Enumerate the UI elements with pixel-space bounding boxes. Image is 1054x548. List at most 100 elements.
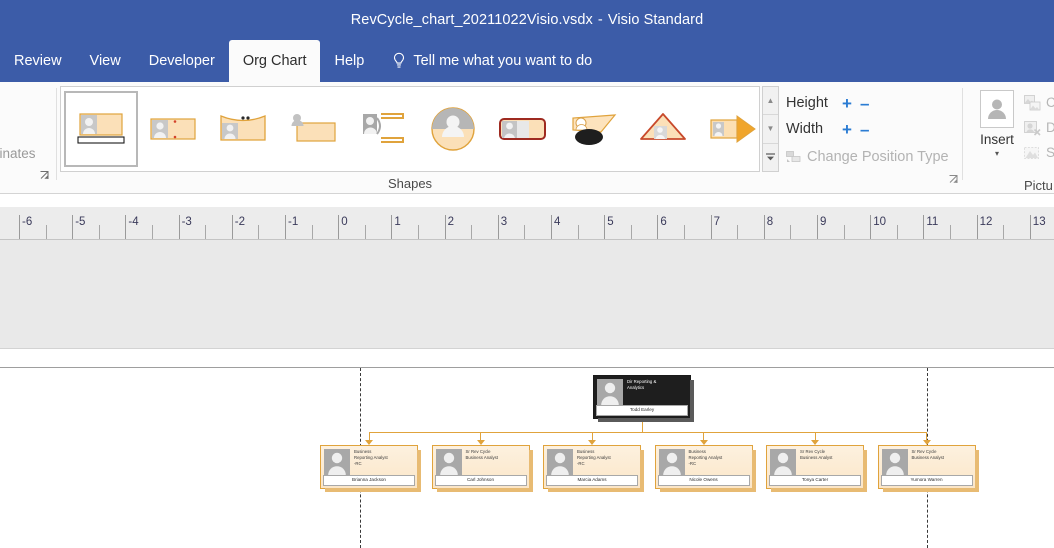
shape-rounded-rect-shape[interactable] bbox=[488, 93, 558, 165]
insert-picture-caret-icon[interactable]: ▾ bbox=[995, 149, 999, 158]
coordinates-dialog-launcher-icon[interactable] bbox=[39, 170, 50, 181]
org-node-shadow-right bbox=[640, 450, 644, 492]
tab-help[interactable]: Help bbox=[320, 40, 378, 82]
shapes-gallery-scrollbar[interactable]: ▲ ▼ bbox=[762, 86, 779, 172]
ruler-tick-major bbox=[391, 215, 393, 239]
ruler-tick-major bbox=[72, 215, 74, 239]
tab-developer[interactable]: Developer bbox=[135, 40, 229, 82]
org-node-name-bar: Brianna Jackson bbox=[323, 475, 415, 486]
org-node[interactable]: Sr Rev Cycle Business Analyst Yumora Warre… bbox=[877, 445, 979, 492]
ribbon-group-divider-1 bbox=[56, 88, 57, 180]
size-dialog-launcher-icon[interactable] bbox=[948, 174, 959, 185]
picture-commands: Ch D bbox=[1024, 90, 1054, 165]
height-increase-button[interactable]: + bbox=[842, 95, 852, 112]
ribbon-group-divider-2 bbox=[962, 88, 963, 180]
gallery-scroll-up-button[interactable]: ▲ bbox=[763, 87, 778, 116]
ruler-label: 6 bbox=[660, 216, 667, 228]
group-label-coordinates: dinates bbox=[0, 146, 36, 161]
ruler-label: -2 bbox=[234, 216, 246, 228]
shape-arrow-shape[interactable] bbox=[698, 93, 768, 165]
org-node-name: Yumora Warren bbox=[910, 477, 943, 483]
tab-review[interactable]: Review bbox=[0, 40, 76, 82]
ruler-tick-major bbox=[178, 215, 180, 239]
org-node-title: Sr Rev Cycle Business Analyst bbox=[800, 449, 861, 461]
ruler-tick-minor bbox=[45, 225, 47, 239]
shape-triangle-shape[interactable] bbox=[628, 93, 698, 165]
org-node-shadow-right bbox=[528, 450, 533, 492]
insert-picture-button[interactable]: Insert ▾ bbox=[974, 90, 1020, 158]
shape-circle-shape[interactable] bbox=[418, 93, 488, 165]
org-node-shadow bbox=[771, 488, 867, 492]
drawing-canvas[interactable]: Dir Reporting & Analytics Todd Earley Busin… bbox=[0, 240, 1054, 548]
org-node-shadow bbox=[598, 418, 694, 422]
shape-wave-shape[interactable] bbox=[208, 93, 278, 165]
ruler-tick-major bbox=[285, 215, 286, 239]
change-position-type-label: Change Position Type bbox=[807, 149, 949, 165]
org-node-shadow bbox=[548, 488, 644, 492]
ruler-tick-minor bbox=[258, 225, 260, 239]
person-photo-icon bbox=[435, 449, 462, 475]
person-photo-icon bbox=[324, 449, 350, 475]
delete-picture-button: D bbox=[1024, 115, 1054, 140]
gallery-more-button[interactable] bbox=[763, 144, 778, 171]
ribbon: dinates bbox=[0, 82, 1054, 194]
ruler-tick-major bbox=[923, 215, 925, 239]
shape-block-shape[interactable] bbox=[138, 93, 208, 165]
org-node-title: Sr Rev Cycle Business Analyst bbox=[466, 449, 527, 461]
ruler-label: 4 bbox=[554, 216, 561, 228]
size-controls-group: Height + – Width + – Change Position Typ… bbox=[786, 90, 958, 183]
title-bar: RevCycle_chart_20211022Visio.vsdx - Visio … bbox=[0, 0, 1054, 40]
ruler-tick-major bbox=[604, 215, 606, 239]
title-separator: - bbox=[597, 12, 603, 28]
ruler-tick-minor bbox=[737, 225, 739, 239]
delete-picture-label: D bbox=[1046, 120, 1054, 135]
ruler-label: -6 bbox=[22, 216, 33, 228]
shapes-gallery[interactable] bbox=[60, 86, 760, 172]
horizontal-ruler[interactable]: -6 -5 -4 -3 -2 -1 0 1 2 3 4 5 6 7 8 9 10 11 12 13 bbox=[0, 207, 1054, 240]
ruler-tick-minor bbox=[843, 225, 845, 239]
ruler-label: 12 bbox=[979, 216, 993, 228]
height-row: Height + – bbox=[786, 90, 949, 116]
ribbon-group-picture: Insert ▾ Ch bbox=[968, 86, 1054, 193]
group-label-shapes: Shapes bbox=[387, 176, 433, 191]
shape-belt-shape[interactable] bbox=[64, 91, 138, 167]
org-node-title-line: Business Analyst bbox=[911, 455, 944, 461]
org-node[interactable]: Business Reporting Analyst -RC Marcia Adams bbox=[543, 445, 644, 492]
org-node-title: Dir Reporting & Analytics bbox=[627, 379, 688, 391]
ruler-tick-major bbox=[338, 215, 340, 239]
shape-brackets-shape[interactable] bbox=[348, 93, 418, 165]
gallery-scroll-down-button[interactable]: ▼ bbox=[763, 115, 778, 144]
shape-stacked-shape[interactable] bbox=[278, 93, 348, 165]
lightbulb-icon bbox=[392, 52, 406, 70]
ruler-tick-minor bbox=[1003, 225, 1005, 239]
ruler-tick-major bbox=[19, 215, 20, 239]
org-node[interactable]: Business Reporting Analyst -RC Brianna Jack… bbox=[320, 445, 421, 492]
tell-me-search[interactable]: Tell me what you want to do bbox=[378, 40, 602, 82]
shape-panel-shape[interactable] bbox=[558, 93, 628, 165]
org-node-title-line: Analytics bbox=[627, 385, 645, 391]
org-node-shadow-right bbox=[974, 450, 979, 492]
org-node[interactable]: Business Reporting Analyst -RC Nicole Owens bbox=[654, 445, 756, 492]
org-node-shadow bbox=[882, 488, 979, 492]
org-node-root[interactable]: Dir Reporting & Analytics Todd Earley bbox=[593, 375, 694, 422]
org-node-title: Sr Rev Cycle Business Analyst bbox=[912, 449, 973, 461]
org-node[interactable]: Sr Rev Cycle Business Analyst Carl Johnson bbox=[431, 445, 533, 492]
tab-org-chart[interactable]: Org Chart bbox=[228, 40, 321, 82]
org-node-name-bar: Yumora Warren bbox=[880, 475, 973, 486]
ruler-tick-major bbox=[817, 215, 818, 239]
tab-view[interactable]: View bbox=[76, 40, 135, 82]
change-position-type-button: Change Position Type bbox=[786, 144, 949, 170]
document-name: RevCycle_chart_20211022Visio.vsdx bbox=[350, 12, 593, 28]
org-node[interactable]: Sr Rev Cycle Business Analyst Tonya Carter bbox=[766, 445, 867, 492]
ribbon-group-coordinates-truncated: dinates bbox=[0, 82, 60, 194]
width-increase-button[interactable]: + bbox=[842, 121, 852, 138]
org-node-name: Nicole Owens bbox=[689, 477, 718, 483]
org-node-name-bar: Marcia Adams bbox=[546, 475, 638, 486]
org-node-title-line: -RC bbox=[354, 461, 362, 467]
ruler-label: 13 bbox=[1032, 216, 1046, 228]
org-node-shadow-right bbox=[417, 450, 421, 492]
width-decrease-button[interactable]: – bbox=[860, 121, 869, 138]
ruler-tick-major bbox=[763, 215, 765, 239]
person-photo-icon bbox=[547, 449, 573, 475]
height-decrease-button[interactable]: – bbox=[860, 95, 869, 112]
